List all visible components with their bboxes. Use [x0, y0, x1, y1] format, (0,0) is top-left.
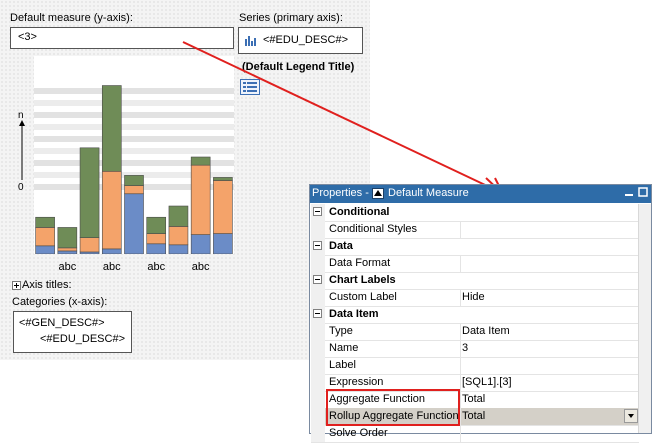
row-gutter	[311, 323, 325, 340]
property-name: Custom Label	[329, 291, 397, 303]
dropdown-button[interactable]	[624, 409, 638, 423]
property-name: Type	[329, 325, 353, 337]
property-value[interactable]: Total	[462, 393, 485, 405]
properties-panel: Properties - Default Measure Conditional…	[309, 184, 652, 443]
row-gutter	[311, 255, 325, 272]
property-value[interactable]: Hide	[462, 291, 485, 303]
property-category[interactable]: Data Item	[311, 306, 639, 324]
property-row[interactable]: Conditional Styles	[311, 221, 639, 239]
row-gutter	[311, 374, 325, 391]
properties-title-object: Default Measure	[388, 187, 469, 199]
property-row[interactable]: Name 3	[311, 340, 639, 358]
property-category[interactable]: Data	[311, 238, 639, 256]
property-category[interactable]: Chart Labels	[311, 272, 639, 290]
property-value[interactable]: 3	[462, 342, 468, 354]
vertical-scrollbar[interactable]	[638, 204, 651, 433]
collapse-icon[interactable]	[313, 309, 322, 318]
row-gutter	[311, 221, 325, 238]
row-gutter	[311, 340, 325, 357]
property-value[interactable]: [SQL1].[3]	[462, 376, 512, 388]
collapse-icon[interactable]	[313, 275, 322, 284]
property-name: Solve Order	[329, 427, 388, 439]
up-level-icon[interactable]	[372, 188, 384, 199]
collapse-icon[interactable]	[313, 241, 322, 250]
column-divider	[460, 408, 461, 425]
column-divider	[460, 221, 461, 238]
property-name: Conditional Styles	[329, 223, 418, 235]
property-name: Label	[329, 359, 356, 371]
property-name: Chart Labels	[329, 274, 396, 286]
column-divider	[460, 357, 461, 374]
property-name: Conditional	[329, 206, 390, 218]
property-grid: Conditional Conditional Styles Data Data Fo…	[311, 204, 639, 443]
property-name: Name	[329, 342, 359, 354]
maximize-icon[interactable]	[637, 186, 649, 198]
collapse-icon[interactable]	[313, 207, 322, 216]
column-divider	[460, 255, 461, 272]
properties-title-prefix: Properties -	[312, 187, 369, 199]
row-gutter	[311, 391, 325, 408]
properties-titlebar: Properties - Default Measure	[310, 185, 651, 203]
column-divider	[460, 391, 461, 408]
property-value[interactable]: Total	[462, 410, 485, 422]
row-gutter	[311, 289, 325, 306]
row-gutter	[311, 408, 325, 425]
property-category[interactable]: Conditional	[311, 204, 639, 222]
property-value[interactable]: Data Item	[462, 325, 510, 337]
minimize-icon[interactable]	[623, 186, 635, 198]
highlight-box	[326, 389, 460, 426]
property-row[interactable]: Custom Label Hide	[311, 289, 639, 307]
property-row[interactable]: Type Data Item	[311, 323, 639, 341]
property-row[interactable]: Solve Order	[311, 425, 639, 443]
column-divider	[460, 289, 461, 306]
property-name: Expression	[329, 376, 384, 388]
row-gutter	[311, 357, 325, 374]
property-name: Data Item	[329, 308, 379, 320]
property-name: Data	[329, 240, 353, 252]
column-divider	[460, 340, 461, 357]
property-name: Data Format	[329, 257, 391, 269]
property-row[interactable]: Data Format	[311, 255, 639, 273]
column-divider	[460, 374, 461, 391]
property-row[interactable]: Label	[311, 357, 639, 375]
column-divider	[460, 323, 461, 340]
